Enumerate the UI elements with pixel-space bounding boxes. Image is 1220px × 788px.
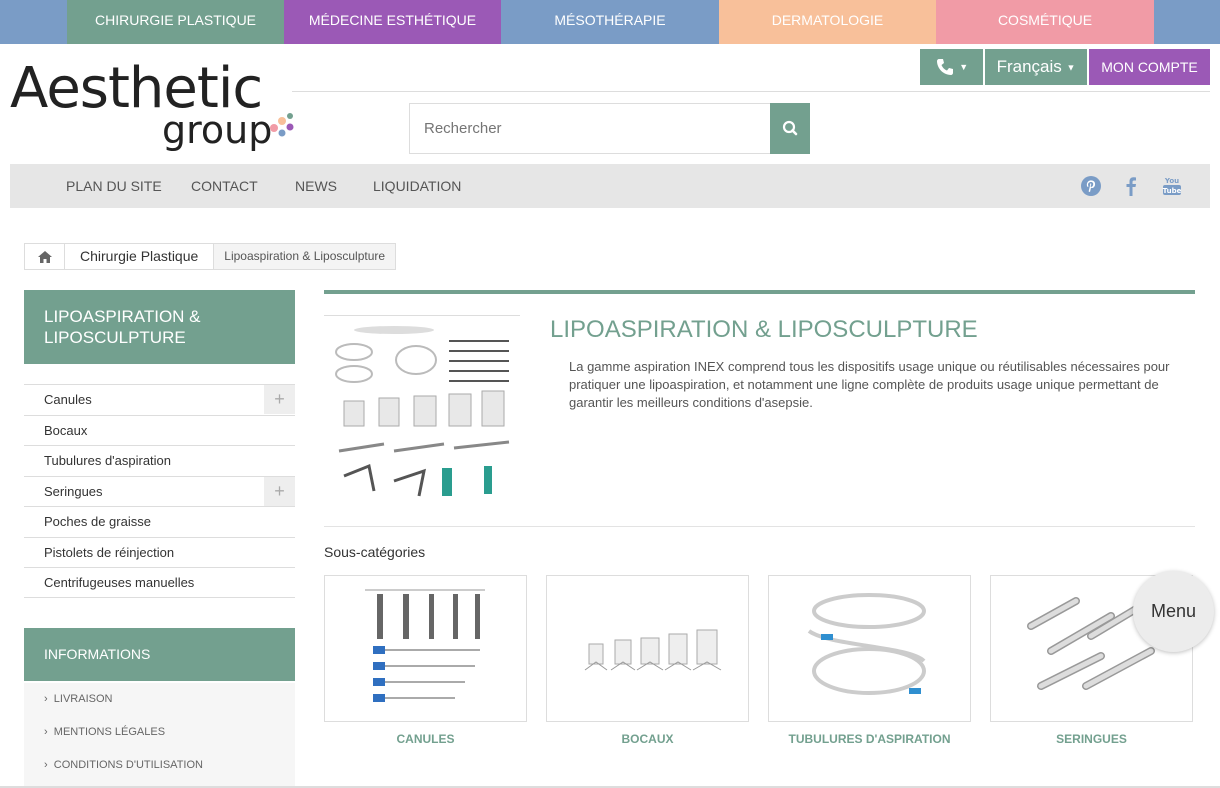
category-bar: CHIRURGIE PLASTIQUE MÉDECINE ESTHÉTIQUE … bbox=[0, 0, 1220, 44]
subcategory-label-bocaux[interactable]: BOCAUX bbox=[546, 732, 749, 746]
informations-title: INFORMATIONS bbox=[24, 628, 295, 681]
search-input[interactable] bbox=[409, 103, 771, 154]
phone-icon bbox=[936, 59, 953, 75]
chevron-right-icon: › bbox=[44, 693, 54, 705]
expand-plus-icon[interactable]: + bbox=[264, 476, 295, 506]
info-link-livraison[interactable]: › LIVRAISON bbox=[24, 683, 295, 716]
info-link-label: CONDITIONS D'UTILISATION bbox=[53, 759, 203, 771]
canules-image bbox=[365, 589, 485, 702]
chevron-down-icon: ▼ bbox=[1066, 62, 1076, 73]
info-link-mentions[interactable]: › MENTIONS LÉGALES bbox=[24, 716, 295, 749]
logo-line2: group bbox=[162, 108, 273, 152]
floating-menu-button[interactable]: Menu bbox=[1133, 571, 1214, 652]
sidebar-item-label: Canules bbox=[44, 392, 92, 407]
sidebar-item-label: Seringues bbox=[44, 483, 103, 499]
account-button[interactable]: MON COMPTE bbox=[1089, 49, 1210, 85]
logo[interactable]: Aesthetic group bbox=[10, 56, 300, 156]
sidebar-item-seringues[interactable]: Seringues + bbox=[24, 475, 295, 507]
language-label: Français bbox=[996, 57, 1062, 76]
sidebar-item-label: Poches de graisse bbox=[44, 514, 151, 529]
category-cosmetique[interactable]: COSMÉTIQUE bbox=[936, 0, 1154, 44]
nav-contact[interactable]: CONTACT bbox=[191, 164, 258, 208]
subcategory-label-tubulures[interactable]: TUBULURES D'ASPIRATION bbox=[768, 732, 971, 746]
subcategory-label-seringues[interactable]: SERINGUES bbox=[990, 732, 1193, 746]
sidebar-item-label: Bocaux bbox=[44, 422, 88, 438]
category-dermatologie[interactable]: DERMATOLOGIE bbox=[719, 0, 936, 44]
sidebar-item-tubulures[interactable]: Tubulures d'aspiration bbox=[24, 445, 295, 476]
category-image bbox=[324, 315, 520, 508]
nav-liquidation[interactable]: LIQUIDATION bbox=[373, 164, 461, 208]
bocaux-image bbox=[584, 629, 722, 671]
category-description: La gamme aspiration INEX comprend tous l… bbox=[569, 359, 1170, 410]
main-nav: PLAN DU SITE CONTACT NEWS LIQUIDATION Yo… bbox=[10, 164, 1210, 208]
youtube-icon[interactable]: You Tube bbox=[1160, 174, 1184, 198]
category-chirurgie-plastique[interactable]: CHIRURGIE PLASTIQUE bbox=[67, 0, 284, 44]
tubulures-image bbox=[807, 593, 926, 695]
breadcrumb: Chirurgie Plastique Lipoaspiration & Lip… bbox=[24, 243, 397, 270]
pinterest-icon[interactable] bbox=[1079, 174, 1103, 198]
sidebar-item-label: Centrifugeuses manuelles bbox=[44, 575, 195, 590]
phone-button[interactable]: ▼ bbox=[920, 49, 983, 85]
breadcrumb-chirurgie-plastique[interactable]: Chirurgie Plastique bbox=[65, 244, 215, 269]
sidebar-menu: Canules + Bocaux Tubulures d'aspiration … bbox=[24, 384, 295, 598]
facebook-icon[interactable] bbox=[1119, 174, 1143, 198]
subcategory-label-canules[interactable]: CANULES bbox=[324, 732, 527, 746]
sidebar-item-bocaux[interactable]: Bocaux bbox=[24, 414, 295, 446]
chevron-right-icon: › bbox=[44, 726, 54, 738]
expand-plus-icon[interactable]: + bbox=[264, 385, 295, 414]
nav-news[interactable]: NEWS bbox=[295, 164, 337, 208]
header-divider bbox=[292, 91, 1210, 92]
content-divider bbox=[324, 526, 1195, 527]
svg-text:You: You bbox=[1164, 177, 1179, 185]
info-link-label: MENTIONS LÉGALES bbox=[53, 726, 166, 738]
language-selector[interactable]: Français ▼ bbox=[985, 49, 1087, 85]
sidebar-item-label: Pistolets de réinjection bbox=[44, 544, 175, 560]
sidebar-item-poches[interactable]: Poches de graisse bbox=[24, 506, 295, 537]
lipo-products-image bbox=[324, 316, 520, 506]
subcategories-heading: Sous-catégories bbox=[324, 544, 426, 560]
info-link-label: LIVRAISON bbox=[53, 693, 113, 705]
sidebar-item-pistolets[interactable]: Pistolets de réinjection bbox=[24, 536, 295, 568]
breadcrumb-home[interactable] bbox=[25, 244, 65, 269]
sidebar-item-label: Tubulures d'aspiration bbox=[44, 453, 172, 468]
subcategory-card-tubulures[interactable] bbox=[768, 575, 971, 722]
svg-text:Tube: Tube bbox=[1163, 187, 1182, 195]
category-mesotherapie[interactable]: MÉSOTHÉRAPIE bbox=[501, 0, 719, 44]
search-icon bbox=[782, 120, 798, 136]
sidebar-item-centrifugeuses[interactable]: Centrifugeuses manuelles bbox=[24, 567, 295, 598]
main-top-rule bbox=[324, 290, 1195, 294]
category-medecine-esthetique[interactable]: MÉDECINE ESTHÉTIQUE bbox=[284, 0, 501, 44]
home-icon bbox=[37, 250, 52, 263]
search-button[interactable] bbox=[770, 103, 810, 154]
info-link-conditions[interactable]: › CONDITIONS D'UTILISATION bbox=[24, 749, 295, 782]
sidebar-title: LIPOASPIRATION & LIPOSCULPTURE bbox=[24, 290, 295, 364]
subcategory-card-bocaux[interactable] bbox=[546, 575, 749, 722]
page-title: LIPOASPIRATION & LIPOSCULPTURE bbox=[550, 316, 978, 343]
sidebar-item-canules[interactable]: Canules + bbox=[24, 384, 295, 415]
subcategory-card-canules[interactable] bbox=[324, 575, 527, 722]
chevron-right-icon: › bbox=[44, 759, 54, 771]
chevron-down-icon: ▼ bbox=[959, 62, 969, 72]
logo-dots-icon bbox=[270, 113, 294, 137]
breadcrumb-current: Lipoaspiration & Liposculpture bbox=[214, 244, 396, 269]
nav-plan-du-site[interactable]: PLAN DU SITE bbox=[66, 164, 162, 208]
informations-list: › LIVRAISON › MENTIONS LÉGALES › CONDITI… bbox=[24, 683, 295, 788]
